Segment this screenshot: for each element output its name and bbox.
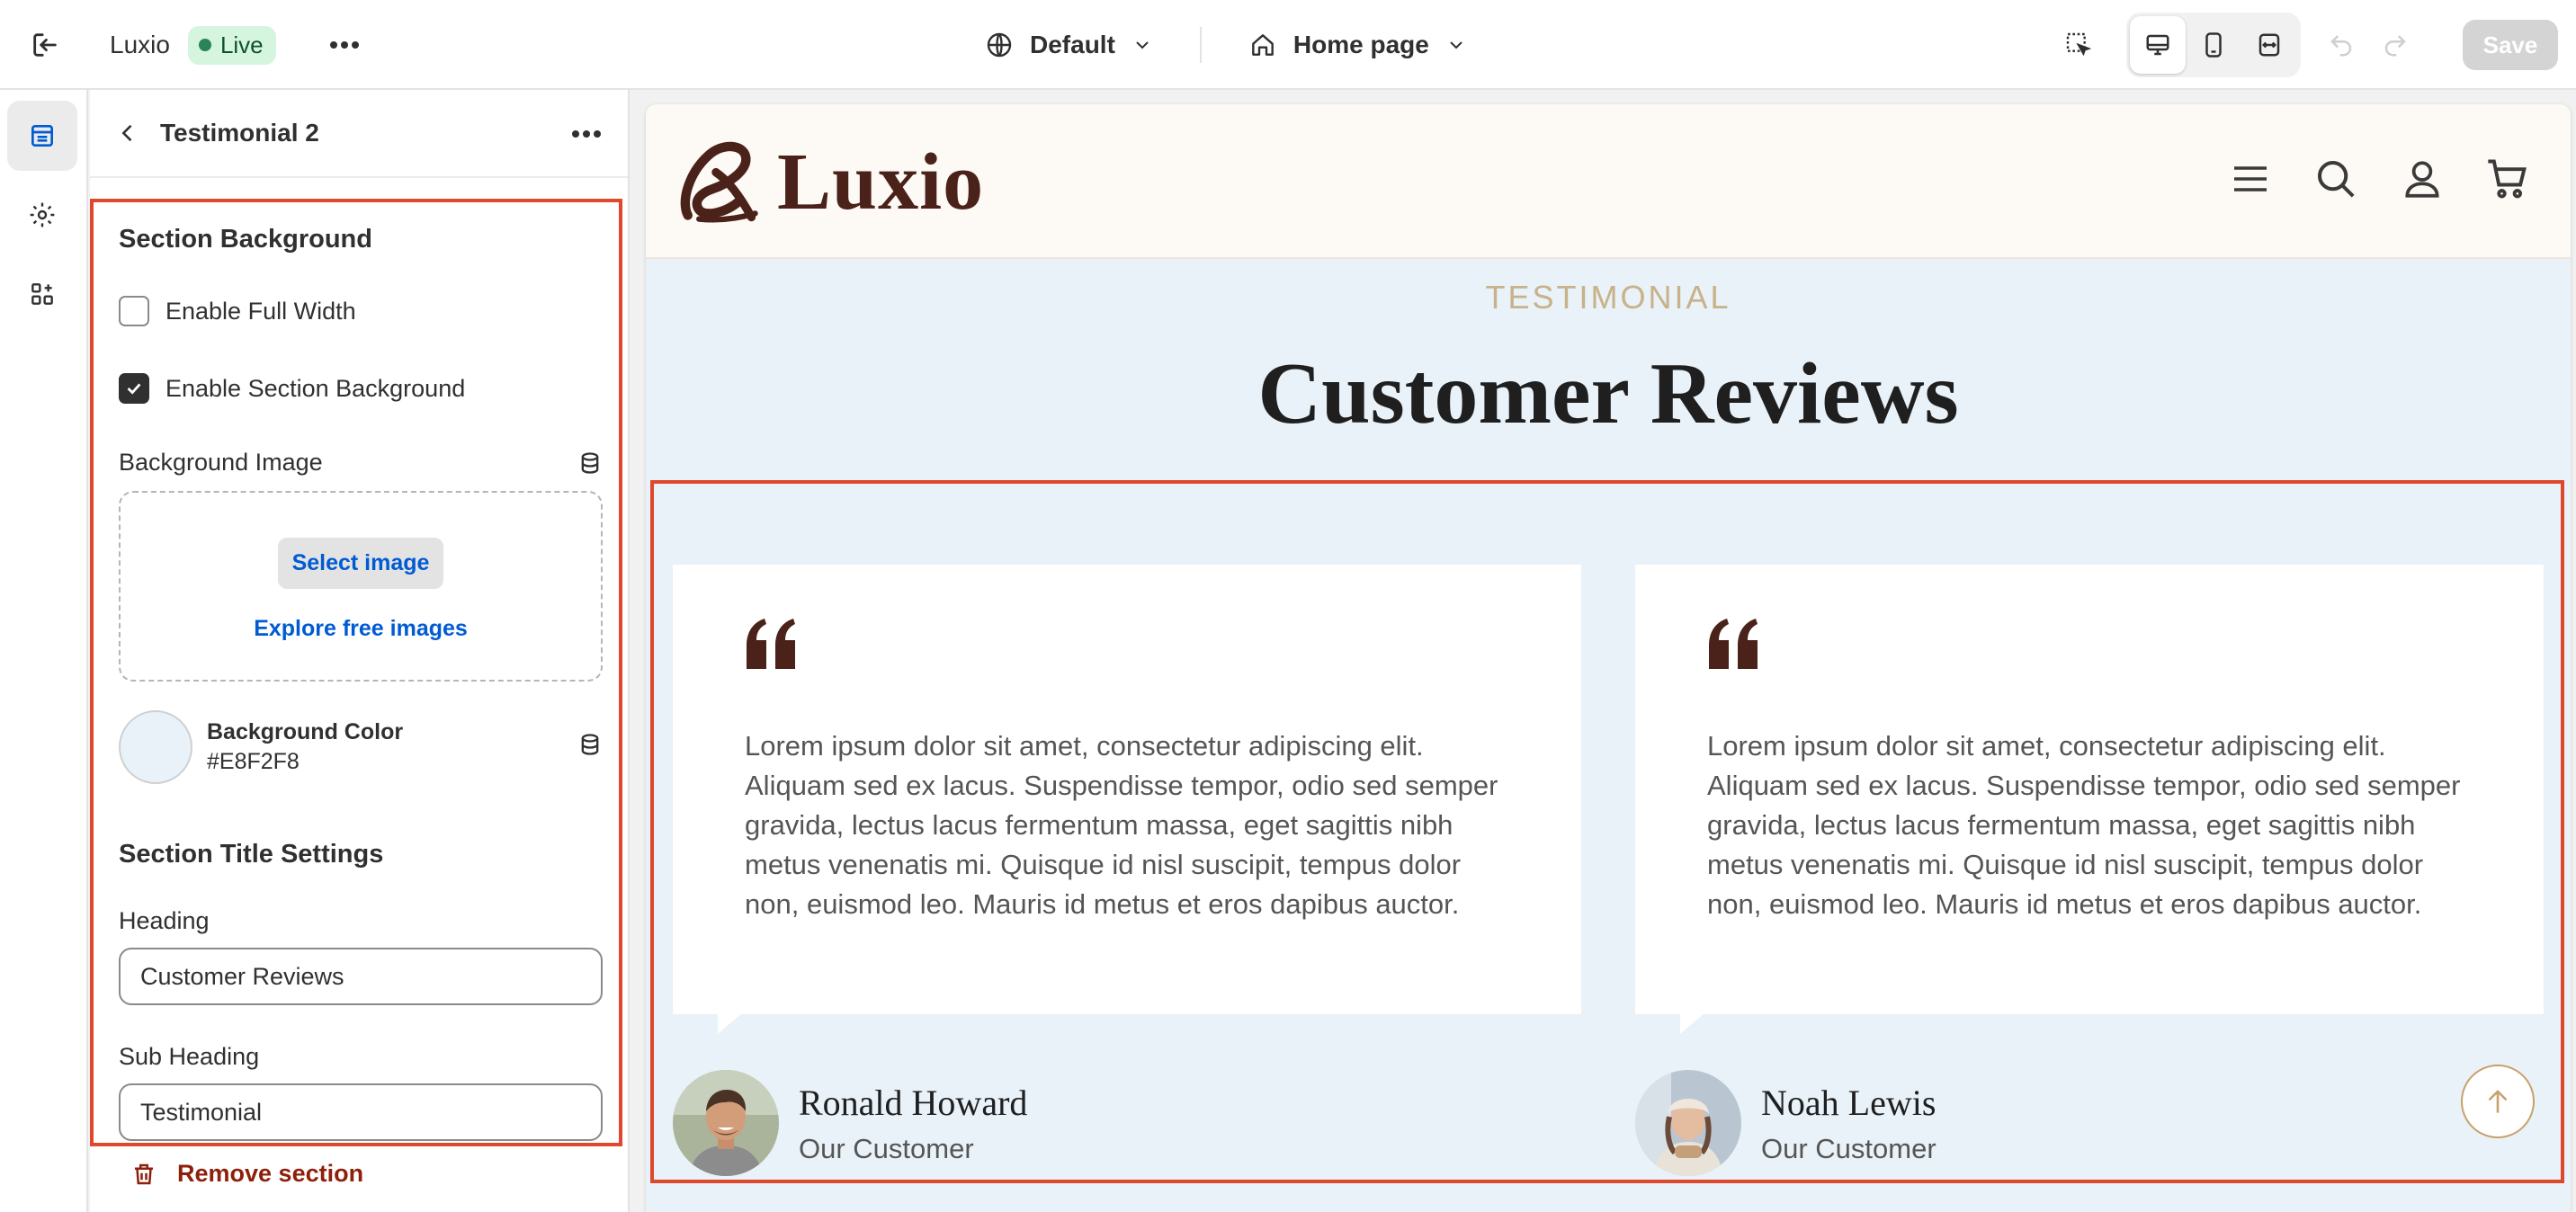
chevron-down-icon	[1136, 41, 1149, 49]
divider	[1199, 27, 1202, 63]
panel-title: Testimonial 2	[160, 119, 319, 147]
logo-text: Luxio	[777, 137, 985, 227]
card-pointer	[1680, 1012, 1705, 1034]
background-color-label: Background Color	[207, 719, 404, 744]
storefront-preview: Luxio TESTIMONIAL Customer Reviews Lorem…	[646, 104, 2571, 1212]
explore-free-images-link[interactable]: Explore free images	[254, 616, 468, 642]
inspector-icon[interactable]	[2056, 22, 2101, 67]
avatar	[1635, 1070, 1741, 1176]
chevron-down-icon	[1450, 41, 1462, 49]
section-subheading: TESTIMONIAL	[1485, 279, 1731, 316]
testimonial-text: Lorem ipsum dolor sit amet, consectetur …	[1707, 730, 2461, 920]
theme-settings-icon[interactable]	[7, 180, 77, 250]
viewport-toggle	[2126, 13, 2301, 77]
editor-topbar: Luxio Live Default Home page Save	[0, 0, 2576, 90]
exit-icon[interactable]	[27, 27, 63, 63]
fullwidth-view-icon[interactable]	[2241, 16, 2297, 74]
remove-section-button[interactable]: Remove section	[130, 1160, 363, 1188]
author-role: Our Customer	[1761, 1132, 1936, 1164]
desktop-view-icon[interactable]	[2130, 16, 2186, 74]
back-icon[interactable]	[115, 120, 140, 146]
account-icon[interactable]	[2400, 156, 2445, 201]
luxio-logo-icon	[680, 141, 758, 223]
more-options-icon[interactable]	[568, 116, 604, 152]
menu-icon[interactable]	[2229, 157, 2272, 201]
testimonial-card: Lorem ipsum dolor sit amet, consectetur …	[673, 565, 1581, 1034]
sub-heading-input[interactable]: Testimonial	[119, 1083, 603, 1141]
heading-input[interactable]: Customer Reviews	[119, 948, 603, 1005]
theme-selector-label: Default	[1030, 31, 1115, 58]
author-name: Ronald Howard	[799, 1082, 1028, 1123]
panel-body: Section Background Enable Full Width Ena…	[90, 180, 630, 1212]
remove-section-label: Remove section	[177, 1160, 364, 1187]
quote-icon	[1709, 619, 1758, 669]
theme-editor: Luxio Live Default Home page Save Testim…	[0, 0, 2576, 1212]
sub-heading-label: Sub Heading	[119, 1043, 260, 1070]
dynamic-source-icon[interactable]	[577, 450, 603, 476]
section-settings-panel: Testimonial 2 Section Background Enable …	[90, 90, 630, 1212]
section-title-settings-title: Section Title Settings	[119, 840, 384, 869]
checkmark-icon	[127, 383, 141, 395]
section-background-title: Section Background	[119, 225, 372, 254]
arrow-up-icon	[2488, 1090, 2508, 1113]
home-icon	[1252, 34, 1274, 56]
page-selector[interactable]: Home page	[1248, 31, 1467, 59]
status-badge-label: Live	[219, 31, 264, 58]
checkbox-unchecked[interactable]	[119, 296, 149, 326]
globe-icon	[987, 32, 1012, 58]
section-heading: Customer Reviews	[1257, 345, 1959, 442]
background-color-picker[interactable]: Background Color #E8F2F8	[119, 710, 603, 784]
search-icon[interactable]	[2312, 155, 2360, 203]
background-color-value: #E8F2F8	[207, 749, 300, 774]
redo-icon[interactable]	[2382, 31, 2409, 58]
author-role: Our Customer	[799, 1132, 974, 1164]
enable-full-width-checkbox[interactable]: Enable Full Width	[119, 296, 601, 326]
enable-full-width-label: Enable Full Width	[165, 297, 356, 325]
trash-icon	[135, 1163, 153, 1184]
testimonial-author: Noah Lewis Our Customer	[1635, 1070, 1936, 1176]
page-selector-label: Home page	[1292, 31, 1429, 58]
enable-section-background-label: Enable Section Background	[165, 374, 466, 402]
status-badge: Live	[187, 25, 276, 65]
store-name: Luxio	[110, 31, 170, 58]
undo-icon[interactable]	[2328, 31, 2355, 58]
live-dot-icon	[198, 39, 211, 51]
background-image-label: Background Image	[119, 449, 323, 476]
mobile-view-icon[interactable]	[2186, 16, 2241, 74]
dynamic-source-icon[interactable]	[577, 732, 603, 757]
cart-icon[interactable]	[2484, 156, 2531, 202]
testimonial-author: Ronald Howard Our Customer	[673, 1070, 1027, 1176]
checkbox-checked[interactable]	[119, 373, 149, 404]
select-image-button[interactable]: Select image	[277, 538, 444, 589]
theme-selector[interactable]: Default	[985, 31, 1153, 59]
panel-header: Testimonial 2	[90, 90, 628, 178]
avatar	[673, 1070, 779, 1176]
testimonial-card: Lorem ipsum dolor sit amet, consectetur …	[1635, 565, 2544, 1034]
store-logo[interactable]: Luxio	[671, 135, 984, 228]
enable-section-background-checkbox[interactable]: Enable Section Background	[119, 373, 601, 404]
author-name: Noah Lewis	[1761, 1082, 1936, 1123]
heading-label: Heading	[119, 907, 210, 934]
card-pointer	[718, 1012, 743, 1034]
quote-icon	[747, 619, 795, 669]
scroll-to-top-button[interactable]	[2461, 1065, 2535, 1138]
site-header: Luxio	[646, 104, 2571, 259]
image-dropzone[interactable]: Select image Explore free images	[119, 491, 603, 682]
more-actions-icon[interactable]	[326, 27, 362, 63]
color-swatch[interactable]	[119, 710, 192, 784]
apps-icon[interactable]	[7, 259, 77, 329]
testimonial-text: Lorem ipsum dolor sit amet, consectetur …	[745, 730, 1498, 920]
editor-rail	[0, 90, 88, 1212]
save-button[interactable]: Save	[2463, 20, 2558, 70]
sections-icon[interactable]	[7, 101, 77, 171]
